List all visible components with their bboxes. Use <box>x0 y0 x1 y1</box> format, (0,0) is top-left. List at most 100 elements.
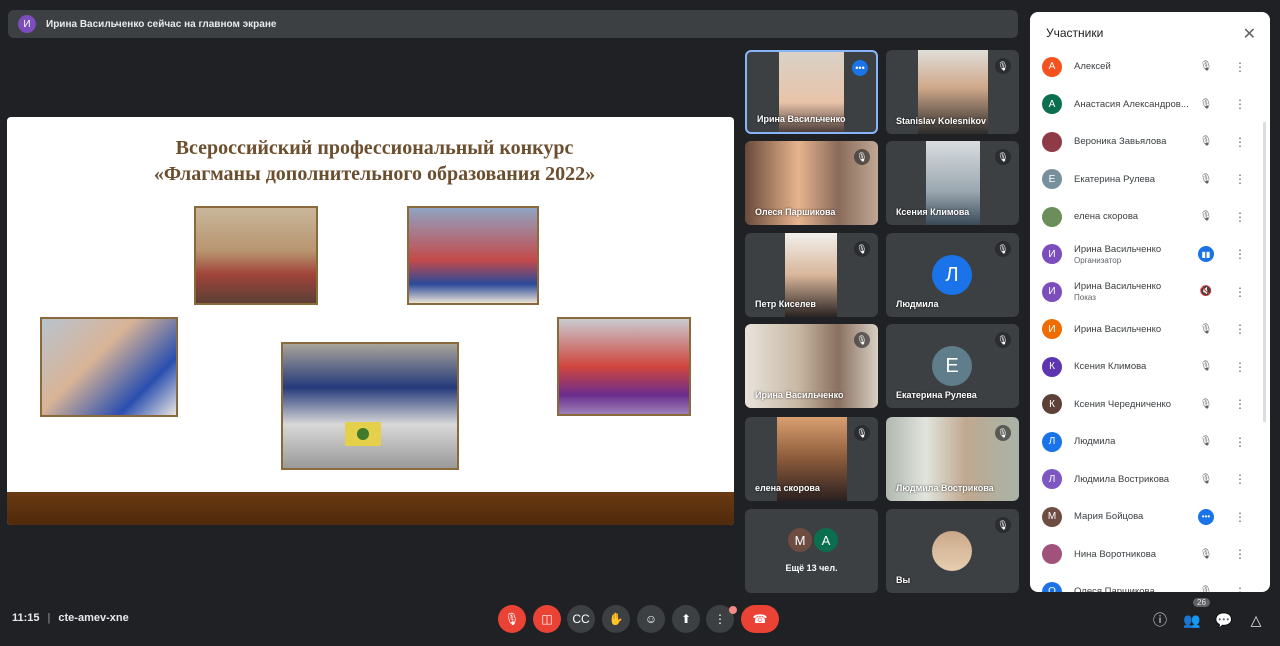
mic-off-icon[interactable]: 🎙 <box>1198 171 1214 187</box>
avatar: И <box>1042 319 1062 340</box>
participant-name: Ксения Климова <box>896 207 970 217</box>
avatar <box>1042 206 1062 227</box>
more-vert-icon[interactable]: ⋮ <box>1234 360 1246 374</box>
call-end-icon[interactable]: ☎ <box>741 605 779 633</box>
info-icon[interactable]: ⓘ <box>1150 610 1170 630</box>
more-vert-icon[interactable]: ⋮ <box>1234 247 1246 261</box>
speaking-indicator-icon: ••• <box>852 60 868 76</box>
participant-row[interactable]: О Олеся Паршикова 🎙 ⋮ <box>1030 573 1270 592</box>
participant-row[interactable]: А Алексей 🎙 ⋮ <box>1030 48 1270 86</box>
mic-off-icon[interactable]: 🎙 <box>1198 209 1214 225</box>
participant-tile[interactable]: 🎙 Людмила Вострикова <box>886 417 1019 501</box>
avatar <box>932 531 972 571</box>
scrollbar[interactable] <box>1263 122 1266 422</box>
participant-name: Ирина Васильченко <box>757 114 846 124</box>
participant-name: Олеся Паршикова <box>755 207 836 217</box>
more-vert-icon[interactable]: ⋮ <box>1234 285 1246 299</box>
slide-photo-1 <box>194 206 318 305</box>
participant-row[interactable]: Л Людмила 🎙 ⋮ <box>1030 423 1270 461</box>
participant-row[interactable]: А Анастасия Александров... 🎙 ⋮ <box>1030 86 1270 124</box>
avatar: М <box>1042 506 1062 527</box>
mic-off-icon[interactable]: 🎙 <box>1198 96 1214 112</box>
closed-caption-icon[interactable]: CC <box>567 605 595 633</box>
participant-name: елена скорова <box>1074 211 1139 223</box>
participant-tile[interactable]: 🎙 Stanislav Kolesnikov <box>886 50 1019 134</box>
speaking-indicator-icon[interactable]: ▮▮ <box>1198 246 1214 263</box>
slide-photo-3 <box>40 317 178 417</box>
participant-row[interactable]: елена скорова 🎙 ⋮ <box>1030 198 1270 236</box>
mic-off-icon[interactable]: 🎙 <box>1198 396 1214 412</box>
participant-text: Ирина Васильченко Показ <box>1074 281 1192 302</box>
more-vert-icon[interactable]: ⋮ <box>1234 135 1246 149</box>
avatar: И <box>1042 244 1062 265</box>
banner-avatar: И <box>18 15 36 33</box>
more-vert-icon[interactable]: ⋮ <box>1234 322 1246 336</box>
mic-off-icon[interactable]: 🎙 <box>1198 134 1214 150</box>
mic-off-icon[interactable]: 🎙 <box>1198 584 1214 592</box>
participant-name: Ирина Васильченко <box>1074 243 1162 255</box>
avatar: Л <box>1042 431 1062 452</box>
more-vert-icon[interactable]: ⋮ <box>1234 210 1246 224</box>
mic-off-icon[interactable]: 🎙 <box>1198 434 1214 450</box>
mic-off-icon[interactable]: 🎙 <box>498 605 526 633</box>
mic-off-icon[interactable]: 🎙 <box>1198 59 1214 75</box>
people-icon[interactable]: 👥 <box>1182 610 1202 630</box>
avatar: О <box>1042 581 1062 592</box>
participant-tile[interactable]: 🎙 Петр Киселев <box>745 233 878 317</box>
more-vert-icon[interactable]: ⋮ <box>1234 435 1246 449</box>
avatar: К <box>1042 394 1062 415</box>
more-vert-icon[interactable]: ⋮ <box>1234 397 1246 411</box>
participant-tile[interactable]: 🎙 Ирина Васильченко <box>745 324 878 408</box>
banner-text: Ирина Васильченко сейчас на главном экра… <box>46 18 277 30</box>
avatar <box>1042 131 1062 152</box>
more-vert-icon[interactable]: ⋮ <box>1234 60 1246 74</box>
participant-tile[interactable]: Л 🎙 Людмила <box>886 233 1019 317</box>
present-icon[interactable]: ⬆ <box>672 605 700 633</box>
participant-tile[interactable]: Е 🎙 Екатерина Рулева <box>886 324 1019 408</box>
participant-row[interactable]: И Ирина Васильченко Показ 🔇 ⋮ <box>1030 273 1270 311</box>
participants-list: А Алексей 🎙 ⋮ А Анастасия Александров... 🎙 ⋮ Вер… <box>1030 48 1270 592</box>
more-vert-icon[interactable]: ⋮ <box>1234 472 1246 486</box>
participant-row[interactable]: И Ирина Васильченко 🎙 ⋮ <box>1030 311 1270 349</box>
self-tile[interactable]: 🎙 Вы <box>886 509 1019 593</box>
participant-name: Людмила <box>896 299 939 309</box>
participant-row[interactable]: Вероника Завьялова 🎙 ⋮ <box>1030 123 1270 161</box>
participant-row[interactable]: Нина Воротникова 🎙 ⋮ <box>1030 536 1270 574</box>
participant-tile[interactable]: ••• Ирина Васильченко <box>745 50 878 134</box>
more-participants-tile[interactable]: М А Ещё 13 чел. <box>745 509 878 593</box>
mic-off-icon[interactable]: 🎙 <box>1198 321 1214 337</box>
participant-text: Ирина Васильченко Организатор <box>1074 244 1192 265</box>
speaking-indicator-icon[interactable]: ••• <box>1198 508 1214 525</box>
participant-text: Людмила Вострикова <box>1074 474 1192 485</box>
participant-row[interactable]: Е Екатерина Рулева 🎙 ⋮ <box>1030 161 1270 199</box>
mic-off-icon[interactable]: 🎙 <box>1198 546 1214 562</box>
participant-text: Ксения Климова <box>1074 361 1192 372</box>
participant-tile[interactable]: 🎙 Олеся Паршикова <box>745 141 878 225</box>
meeting-info: 11:15 | cte-amev-xne <box>12 612 129 624</box>
videocam-off-icon[interactable]: ◫ <box>533 605 561 633</box>
more-vert-icon[interactable]: ⋮ <box>1234 172 1246 186</box>
participant-tile[interactable]: 🎙 елена скорова <box>745 417 878 501</box>
participant-row[interactable]: И Ирина Васильченко Организатор ▮▮ ⋮ <box>1030 236 1270 274</box>
more-vert-icon[interactable]: ⋮ <box>1234 547 1246 561</box>
mic-off-icon[interactable]: 🎙 <box>1198 359 1214 375</box>
participant-tile[interactable]: 🎙 Ксения Климова <box>886 141 1019 225</box>
activities-icon[interactable]: △ <box>1246 610 1266 630</box>
more-vert-icon[interactable]: ⋮ <box>1234 97 1246 111</box>
close-icon[interactable]: ✕ <box>1243 24 1256 44</box>
notification-dot <box>729 606 737 614</box>
more-vert-icon[interactable]: ⋮ <box>1234 585 1246 592</box>
clock: 11:15 <box>12 612 40 624</box>
participant-row[interactable]: Л Людмила Вострикова 🎙 ⋮ <box>1030 461 1270 499</box>
raise-hand-icon[interactable]: ✋ <box>602 605 630 633</box>
emoji-icon[interactable]: ☺ <box>637 605 665 633</box>
avatar: А <box>813 527 839 553</box>
more-vert-icon[interactable]: ⋮ <box>1234 510 1246 524</box>
mic-off-icon[interactable]: 🎙 <box>1198 471 1214 487</box>
chat-icon[interactable]: 💬 <box>1214 610 1234 630</box>
presentation-audio-off-icon[interactable]: 🔇 <box>1198 284 1214 300</box>
participant-row[interactable]: М Мария Бойцова ••• ⋮ <box>1030 498 1270 536</box>
participant-text: Анастасия Александров... <box>1074 99 1192 110</box>
participant-row[interactable]: К Ксения Климова 🎙 ⋮ <box>1030 348 1270 386</box>
participant-row[interactable]: К Ксения Чередниченко 🎙 ⋮ <box>1030 386 1270 424</box>
